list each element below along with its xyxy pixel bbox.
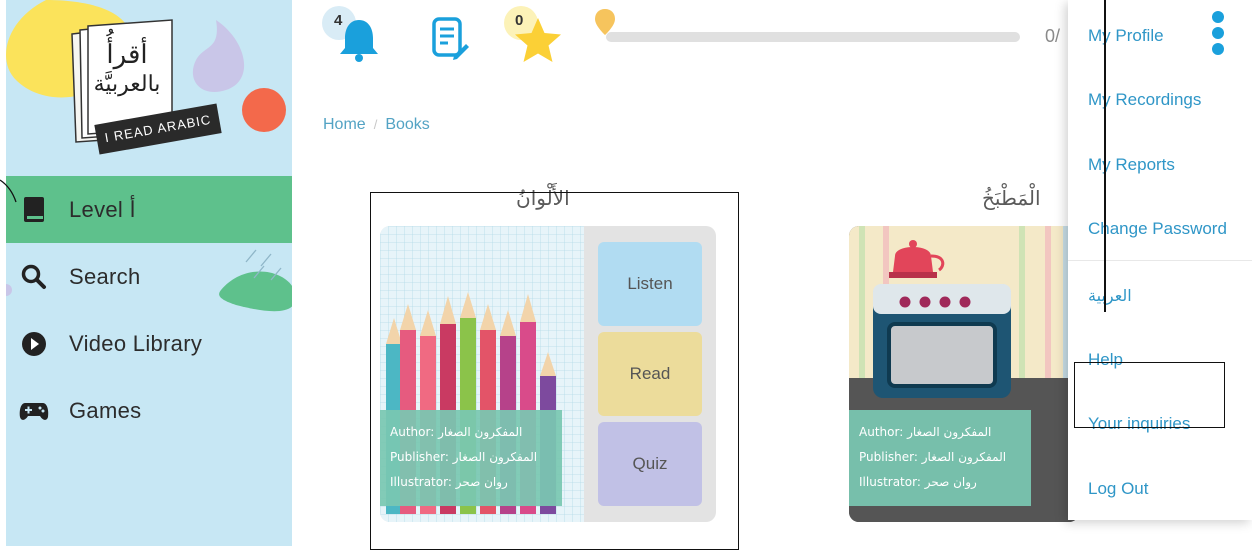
sidebar-item-label: Search	[69, 263, 141, 289]
author-line: Author: المفكرون الصغار	[390, 420, 552, 445]
location-pin-icon	[595, 9, 615, 35]
publisher-line: Publisher: المفكرون الصغار	[859, 445, 1021, 470]
book-actions: Listen Read Quiz	[598, 242, 702, 512]
book-card-colors[interactable]: Author: المفكرون الصغار Publisher: المفك…	[380, 226, 716, 522]
menu-divider	[1068, 260, 1252, 261]
sidebar-item-level[interactable]: Level أ	[6, 176, 292, 243]
breadcrumb: Home / Books	[323, 116, 430, 134]
sidebar-item-search[interactable]: Search	[6, 243, 292, 310]
notes-icon[interactable]	[430, 16, 470, 62]
bell-icon[interactable]	[336, 16, 382, 62]
menu-item-language[interactable]: العربية	[1088, 286, 1132, 305]
author-label: Author:	[859, 425, 904, 439]
publisher-value: المفكرون الصغار	[452, 450, 538, 464]
book-cover[interactable]: Author: المفكرون الصغار Publisher: المفك…	[849, 226, 1079, 522]
book-meta: Author: المفكرون الصغار Publisher: المفك…	[380, 410, 562, 506]
publisher-label: Publisher:	[859, 450, 918, 464]
book-card-kitchen[interactable]: Author: المفكرون الصغار Publisher: المفك…	[849, 226, 1079, 522]
author-value: المفكرون الصغار	[438, 425, 523, 439]
illustrator-value: روان صحر	[455, 475, 508, 489]
illustrator-label: Illustrator:	[390, 475, 452, 489]
illustrator-label: Illustrator:	[859, 475, 921, 489]
breadcrumb-separator: /	[373, 117, 378, 132]
play-icon	[16, 326, 52, 362]
progress-text: 0/	[1045, 26, 1061, 46]
book-title: الأَلْوانُ	[516, 186, 570, 210]
menu-item-my-profile[interactable]: My Profile	[1088, 26, 1164, 46]
sidebar: أقرأُ بالعربيَّة I READ ARABIC Level أ S…	[6, 0, 292, 546]
search-icon	[16, 259, 52, 295]
read-button[interactable]: Read	[598, 332, 702, 416]
sidebar-item-label: Video Library	[69, 330, 203, 356]
menu-item-my-reports[interactable]: My Reports	[1088, 155, 1175, 175]
author-label: Author:	[390, 425, 435, 439]
author-value: المفكرون الصغار	[907, 425, 992, 439]
menu-item-help[interactable]: Help	[1088, 350, 1123, 370]
logo-title: أقرأُ بالعربيَّة	[82, 40, 172, 100]
book-cover[interactable]: Author: المفكرون الصغار Publisher: المفك…	[380, 226, 584, 522]
menu-item-log-out[interactable]: Log Out	[1088, 479, 1149, 499]
sidebar-item-video-library[interactable]: Video Library	[6, 310, 292, 377]
annotation-stroke	[0, 179, 17, 203]
book-icon	[16, 192, 52, 228]
breadcrumb-home[interactable]: Home	[323, 116, 366, 133]
publisher-line: Publisher: المفكرون الصغار	[390, 445, 552, 470]
quiz-button[interactable]: Quiz	[598, 422, 702, 506]
logo-title-line1: أقرأُ	[106, 40, 148, 70]
logo-title-line2: بالعربيَّة	[93, 72, 161, 97]
menu-item-change-password[interactable]: Change Password	[1088, 219, 1227, 239]
sidebar-item-label: Games	[69, 397, 142, 423]
author-line: Author: المفكرون الصغار	[859, 420, 1021, 445]
illustrator-value: روان صحر	[924, 475, 977, 489]
app-logo[interactable]: أقرأُ بالعربيَّة I READ ARABIC	[68, 18, 222, 168]
illustrator-line: Illustrator: روان صحر	[859, 470, 1021, 495]
publisher-value: المفكرون الصغار	[921, 450, 1007, 464]
app-root: أقرأُ بالعربيَّة I READ ARABIC Level أ S…	[0, 0, 1252, 552]
book-title: الْمَطْبَخُ	[982, 186, 1041, 210]
book-meta: Author: المفكرون الصغار Publisher: المفك…	[849, 410, 1031, 506]
publisher-label: Publisher:	[390, 450, 449, 464]
annotation-line	[1104, 0, 1106, 312]
more-options-icon[interactable]	[1210, 11, 1226, 59]
profile-dropdown-menu: My Profile My Recordings My Reports Chan…	[1068, 0, 1252, 520]
menu-item-your-inquiries[interactable]: Your inquiries	[1088, 414, 1190, 434]
illustrator-line: Illustrator: روان صحر	[390, 470, 552, 495]
sidebar-nav: Level أ Search Video Library Games	[6, 176, 292, 444]
sidebar-item-label: Level أ	[69, 196, 136, 222]
sidebar-item-games[interactable]: Games	[6, 377, 292, 444]
gamepad-icon	[16, 393, 52, 429]
reading-progress-bar	[606, 32, 1020, 42]
breadcrumb-current[interactable]: Books	[385, 116, 429, 133]
star-icon[interactable]	[512, 16, 564, 64]
listen-button[interactable]: Listen	[598, 242, 702, 326]
